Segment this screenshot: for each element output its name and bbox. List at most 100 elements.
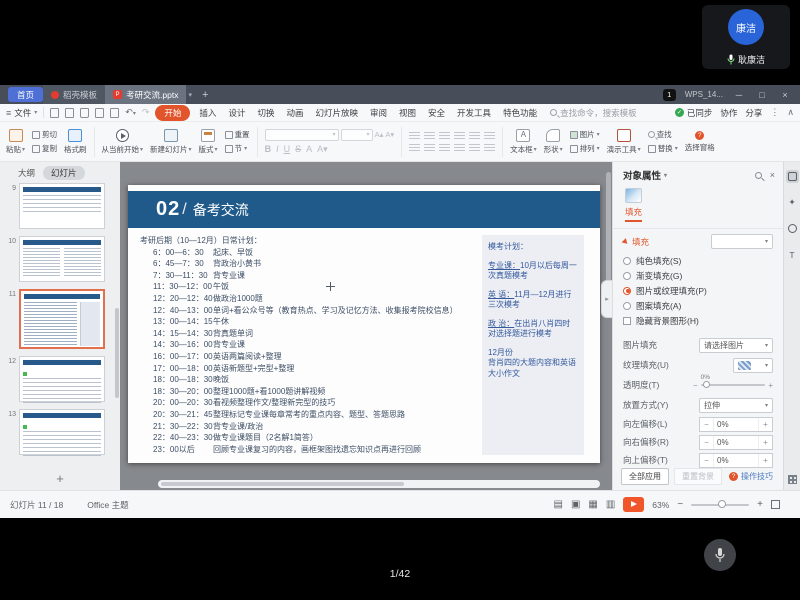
tab-devtools[interactable]: 开发工具	[454, 107, 494, 119]
tab-slideshow[interactable]: 幻灯片放映	[312, 107, 361, 119]
font-family-select[interactable]	[265, 129, 339, 141]
decrease-font-icon[interactable]: A▾	[385, 130, 394, 139]
picture-fill-select[interactable]: 请选择图片▾	[699, 338, 773, 353]
fill-preset-select[interactable]: ▾	[711, 234, 773, 249]
bold-button[interactable]: B	[265, 144, 272, 154]
more-menu-icon[interactable]: ⋮	[770, 107, 779, 118]
thumbnail-slide-9[interactable]: 9	[0, 183, 114, 229]
slide-title-bar[interactable]: 02 / 备考交流	[128, 191, 600, 228]
offset-top-stepper[interactable]: −0%+	[699, 453, 773, 468]
text-dock-icon[interactable]: T	[786, 248, 799, 261]
collapse-ribbon-icon[interactable]: ∧	[787, 107, 794, 118]
mock-exam-plan-textbox[interactable]: 模考计划： 专业课：10月以后每周一次真题模考 英 语：11月—12月进行三次模…	[482, 235, 584, 455]
tab-review[interactable]: 审阅	[367, 107, 390, 119]
zoom-level[interactable]: 63%	[652, 500, 669, 510]
fit-slide-icon[interactable]	[771, 500, 780, 509]
align-center-icon[interactable]	[424, 144, 435, 152]
tips-link[interactable]: ? 操作技巧	[729, 471, 773, 482]
maximize-button[interactable]: □	[755, 90, 769, 100]
tab-list-caret-icon[interactable]: ▾	[188, 91, 192, 99]
reading-view-icon[interactable]: ▥	[606, 499, 615, 510]
copy-button[interactable]: 复制	[32, 143, 57, 154]
docer-template-tab[interactable]: 稻壳模板	[43, 85, 105, 104]
text-direction-icon[interactable]	[484, 132, 495, 140]
replace-button[interactable]: 替换▾	[648, 143, 678, 154]
increase-font-icon[interactable]: A▴	[375, 130, 384, 139]
font-color-icon[interactable]: A	[306, 144, 312, 154]
picture-button[interactable]: 图片▾	[570, 129, 600, 140]
thumbnail-slide-12[interactable]: 12	[0, 356, 114, 402]
font-size-select[interactable]	[341, 129, 373, 141]
canvas-horizontal-scrollbar[interactable]	[158, 480, 600, 488]
normal-view-icon[interactable]: ▣	[571, 499, 580, 510]
tab-home-ribbon[interactable]: 开始	[155, 105, 190, 121]
sync-status[interactable]: ✓ 已同步	[675, 107, 713, 119]
daily-schedule-textbox[interactable]: 考研后期（10—12月）日常计划： 6：00—6：30起床、早饭 6：45—7：…	[140, 235, 480, 455]
slide-11[interactable]: 02 / 备考交流 考研后期（10—12月）日常计划： 6：00—6：30起床、…	[128, 185, 600, 463]
slide-sorter-icon[interactable]: ▦	[588, 499, 597, 510]
section-button[interactable]: 节▾	[225, 143, 250, 154]
align-objects-icon[interactable]	[484, 144, 495, 152]
notes-view-icon[interactable]: ▤	[553, 499, 562, 510]
zoom-slider-thumb[interactable]	[718, 500, 726, 508]
tab-security[interactable]: 安全	[425, 107, 448, 119]
search-input[interactable]: 查找命令，搜索模板	[550, 107, 637, 119]
arrange-button[interactable]: 排列▾	[570, 143, 600, 154]
collaborate-button[interactable]: 协作	[720, 107, 737, 119]
tab-features[interactable]: 特色功能	[500, 107, 540, 119]
hide-background-checkbox[interactable]: 隐藏背景图形(H)	[613, 313, 783, 328]
tab-view[interactable]: 视图	[396, 107, 419, 119]
redo-icon[interactable]: ↷	[142, 107, 150, 118]
document-tab[interactable]: P 考研交流.pptx	[105, 85, 186, 104]
slider-thumb[interactable]	[703, 381, 710, 388]
section-expand-icon[interactable]	[622, 238, 630, 246]
new-file-icon[interactable]	[50, 108, 59, 118]
picture-fill-radio[interactable]: 图片或纹理填充(P)	[613, 283, 783, 298]
shapes-button[interactable]: 形状▾	[544, 129, 563, 155]
reset-background-button[interactable]: 重置背景	[674, 468, 722, 485]
share-button[interactable]: 分享	[745, 107, 762, 119]
transparency-slider[interactable]: − 0% +	[693, 381, 773, 390]
cut-button[interactable]: 剪切	[32, 129, 57, 140]
select-pane-button[interactable]: ? 选择窗格	[685, 131, 715, 153]
undo-icon[interactable]: ↶▾	[125, 107, 136, 118]
add-slide-button[interactable]: +	[0, 471, 120, 486]
fill-tab[interactable]: 填充	[625, 206, 642, 222]
effects-dock-icon[interactable]: ✦	[786, 196, 799, 209]
zoom-out-icon[interactable]: −	[677, 499, 683, 510]
indent-increase-icon[interactable]	[454, 132, 465, 140]
thumbnail-scrollbar[interactable]	[115, 308, 119, 398]
tab-animation[interactable]: 动画	[283, 107, 306, 119]
paste-button[interactable]: 粘贴▾	[6, 129, 25, 155]
zoom-slider[interactable]	[691, 504, 749, 506]
offset-right-stepper[interactable]: −0%+	[699, 435, 773, 450]
bullets-icon[interactable]	[409, 132, 420, 140]
highlight-icon[interactable]: A▾	[317, 144, 328, 155]
layout-button[interactable]: 版式▾	[199, 129, 218, 155]
chevron-down-icon[interactable]: ▾	[664, 172, 667, 179]
find-button[interactable]: 查找	[648, 129, 678, 140]
close-button[interactable]: ×	[778, 90, 792, 100]
save-icon[interactable]	[80, 108, 89, 118]
new-document-tab-button[interactable]: +	[202, 89, 208, 101]
placement-select[interactable]: 拉伸▾	[699, 398, 773, 413]
present-tools-button[interactable]: 演示工具▾	[607, 129, 641, 155]
slideshow-play-button[interactable]	[623, 497, 644, 512]
thumbnail-slide-13[interactable]: 13	[0, 409, 114, 455]
columns-icon[interactable]	[469, 144, 480, 152]
canvas-vertical-scrollbar[interactable]	[606, 172, 611, 282]
new-slide-button[interactable]: 新建幻灯片▾	[150, 129, 192, 155]
strikethrough-button[interactable]: S	[295, 144, 301, 154]
tab-insert[interactable]: 插入	[196, 107, 219, 119]
slides-tab[interactable]: 幻灯片	[43, 166, 85, 180]
thumbnail-slide-10[interactable]: 10	[0, 236, 114, 282]
offset-left-stepper[interactable]: −0%+	[699, 417, 773, 432]
numbering-icon[interactable]	[424, 132, 435, 140]
solid-fill-radio[interactable]: 纯色填充(S)	[613, 253, 783, 268]
gradient-fill-radio[interactable]: 渐变填充(G)	[613, 268, 783, 283]
pin-icon[interactable]	[755, 172, 762, 179]
italic-button[interactable]: I	[276, 144, 279, 154]
tab-design[interactable]: 设计	[225, 107, 248, 119]
export-pdf-icon[interactable]	[110, 108, 119, 118]
justify-icon[interactable]	[454, 144, 465, 152]
